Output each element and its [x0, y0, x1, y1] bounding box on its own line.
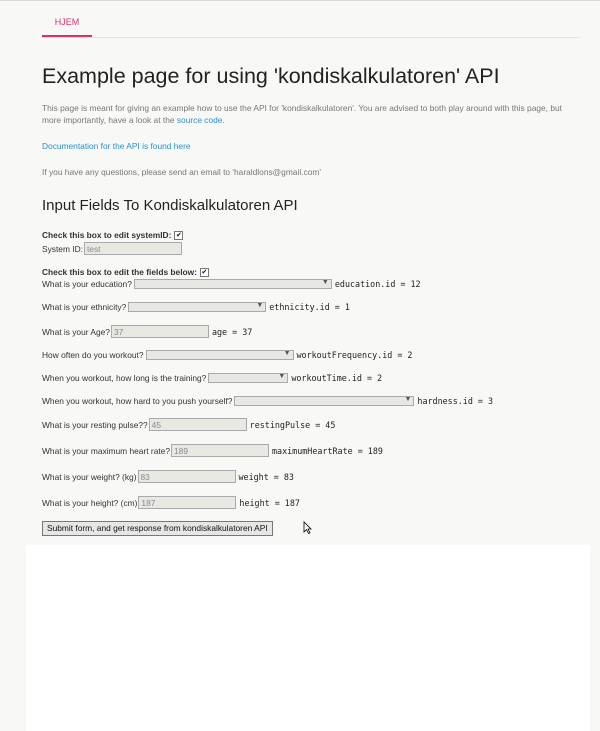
edit-fields-check-row: Check this box to edit the fields below:…	[42, 267, 209, 277]
nav-bar: HJEM	[42, 10, 580, 38]
system-id-input[interactable]: test	[83, 242, 182, 255]
tab-home[interactable]: HJEM	[42, 10, 92, 37]
age-row: What is your Age? 37 age = 37	[42, 325, 252, 338]
system-id-label: System ID:	[42, 243, 83, 254]
intro-paragraph: This page is meant for giving an example…	[42, 102, 562, 126]
age-input[interactable]: 37	[110, 325, 209, 338]
hardness-label: When you workout, how hard to you push y…	[42, 396, 233, 406]
intro-after: .	[222, 115, 225, 125]
age-label: What is your Age?	[42, 326, 110, 337]
workout-frequency-label: How often do you workout?	[42, 350, 144, 360]
docs-link[interactable]: Documentation for the API is found here	[42, 141, 191, 151]
docs-paragraph: Documentation for the API is found here	[42, 140, 191, 152]
system-id-check-label: Check this box to edit systemID:	[42, 230, 172, 240]
workout-frequency-readout: workoutFrequency.id = 2	[296, 350, 413, 360]
weight-row: What is your weight? (kg) 83 weight = 83	[42, 470, 294, 483]
ethnicity-row: What is your ethnicity? ▼ ethnicity.id =…	[42, 302, 350, 312]
height-input[interactable]: 187	[138, 496, 237, 509]
chevron-down-icon: ▼	[321, 279, 329, 286]
education-row: What is your education? ▼ education.id =…	[42, 279, 421, 289]
edit-fields-check-label: Check this box to edit the fields below:	[42, 267, 197, 277]
max-heart-rate-label: What is your maximum heart rate?	[42, 445, 170, 456]
page-title: Example page for using 'kondiskalkulator…	[42, 64, 500, 88]
resting-pulse-input[interactable]: 45	[148, 418, 247, 431]
ethnicity-readout: ethnicity.id = 1	[269, 302, 350, 312]
education-label: What is your education?	[42, 279, 132, 289]
system-id-check-row: Check this box to edit systemID: ✔	[42, 230, 184, 240]
height-label: What is your height? (cm)	[42, 497, 138, 508]
weight-label: What is your weight? (kg)	[42, 471, 137, 482]
ethnicity-label: What is your ethnicity?	[42, 302, 127, 312]
weight-readout: weight = 83	[238, 471, 294, 482]
age-readout: age = 37	[211, 326, 253, 337]
mouse-cursor-icon	[303, 521, 312, 534]
height-row: What is your height? (cm) 187 height = 1…	[42, 496, 300, 509]
resting-pulse-readout: restingPulse = 45	[249, 419, 336, 430]
weight-input[interactable]: 83	[137, 470, 236, 483]
source-code-link[interactable]: source code	[177, 115, 223, 125]
education-select[interactable]: ▼	[133, 279, 332, 289]
height-readout: height = 187	[239, 497, 300, 508]
section-title: Input Fields To Kondiskalkulatoren API	[42, 197, 298, 214]
max-heart-rate-input[interactable]: 189	[171, 444, 269, 457]
workout-frequency-row: How often do you workout? ▼ workoutFrequ…	[42, 350, 412, 360]
intro-text: This page is meant for giving an example…	[42, 103, 562, 125]
max-heart-rate-row: What is your maximum heart rate? 189 max…	[42, 444, 383, 457]
workout-time-label: When you workout, how long is the traini…	[42, 373, 207, 383]
workout-frequency-select[interactable]: ▼	[145, 350, 294, 360]
top-border	[0, 0, 600, 1]
workout-time-row: When you workout, how long is the traini…	[42, 373, 382, 383]
max-heart-rate-readout: maximumHeartRate = 189	[272, 445, 383, 456]
chevron-down-icon: ▼	[256, 302, 264, 309]
resting-pulse-label: What is your resting pulse??	[42, 419, 148, 430]
system-id-row: System ID: test	[42, 242, 182, 255]
hardness-readout: hardness.id = 3	[417, 396, 494, 406]
hardness-select[interactable]: ▼	[234, 396, 415, 406]
ethnicity-select[interactable]: ▼	[128, 302, 267, 312]
education-readout: education.id = 12	[334, 279, 421, 289]
chevron-down-icon: ▼	[278, 373, 286, 380]
response-panel	[26, 545, 590, 731]
submit-button[interactable]: Submit form, and get response from kondi…	[42, 521, 273, 536]
resting-pulse-row: What is your resting pulse?? 45 restingP…	[42, 418, 335, 431]
hardness-row: When you workout, how hard to you push y…	[42, 396, 493, 406]
workout-time-select[interactable]: ▼	[208, 373, 289, 383]
workout-time-readout: workoutTime.id = 2	[291, 373, 383, 383]
edit-fields-checkbox[interactable]: ✔	[199, 267, 209, 277]
chevron-down-icon: ▼	[404, 396, 412, 403]
chevron-down-icon: ▼	[283, 350, 291, 357]
contact-text: If you have any questions, please send a…	[42, 167, 321, 177]
system-id-checkbox[interactable]: ✔	[174, 230, 184, 240]
